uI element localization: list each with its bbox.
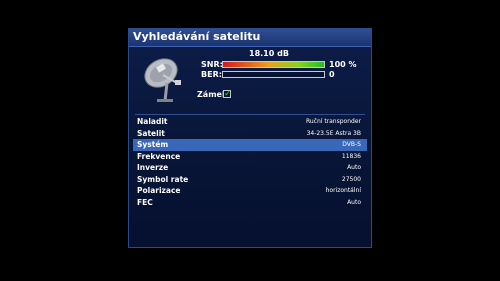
divider bbox=[135, 114, 365, 115]
setting-label: Frekvence bbox=[137, 151, 181, 161]
setting-value: Auto bbox=[347, 198, 361, 206]
setting-value: Ruční transponder bbox=[305, 118, 361, 125]
setting-value: horizontální bbox=[325, 187, 361, 194]
setting-label: Satelit bbox=[137, 128, 165, 138]
dialog-title: Vyhledávání satelitu bbox=[133, 30, 261, 43]
settings-row[interactable]: FEC Auto bbox=[133, 197, 367, 209]
snr-bar bbox=[222, 61, 325, 68]
snr-value: 100 % bbox=[329, 60, 357, 69]
title-bar: Vyhledávání satelitu bbox=[129, 29, 371, 47]
setting-value: 34-23.5E Astra 3B bbox=[306, 129, 361, 137]
ber-value: 0 bbox=[329, 70, 335, 79]
setting-label: Inverze bbox=[137, 163, 169, 172]
setting-value: 27500 bbox=[341, 175, 361, 183]
settings-row[interactable]: Satelit 34-23.5E Astra 3B bbox=[133, 128, 367, 140]
checkmark-icon: ✓ bbox=[224, 89, 232, 99]
ber-bar bbox=[222, 71, 325, 78]
setting-value: 11836 bbox=[341, 152, 361, 160]
satellite-dish-icon bbox=[144, 58, 181, 102]
setting-label: FEC bbox=[137, 197, 153, 207]
satellite-search-dialog: Vyhledávání satelitu 18.10 dB SNR: 100 %… bbox=[128, 28, 372, 248]
setting-label: Symbol rate bbox=[137, 174, 189, 184]
settings-list: Naladit Ruční transponder Satelit 34-23.5E … bbox=[133, 116, 367, 208]
setting-label: Systém bbox=[137, 140, 169, 149]
settings-row[interactable]: Frekvence 11836 bbox=[133, 151, 367, 163]
setting-value: Auto bbox=[347, 164, 361, 171]
setting-label: Polarizace bbox=[137, 186, 181, 195]
settings-row[interactable]: Systém DVB-S bbox=[133, 139, 367, 151]
setting-value: DVB-S bbox=[342, 141, 361, 148]
signal-level-db: 18.10 dB bbox=[249, 49, 289, 58]
snr-bar-fill bbox=[223, 62, 324, 67]
settings-row[interactable]: Naladit Ruční transponder bbox=[133, 116, 367, 128]
settings-row[interactable]: Symbol rate 27500 bbox=[133, 174, 367, 186]
settings-row[interactable]: Polarizace horizontální bbox=[133, 185, 367, 197]
lock-checkbox[interactable]: ✓ bbox=[223, 89, 232, 99]
ber-label: BER: bbox=[201, 70, 222, 79]
settings-row[interactable]: Inverze Auto bbox=[133, 162, 367, 174]
snr-label: SNR: bbox=[201, 60, 223, 69]
setting-label: Naladit bbox=[137, 117, 168, 126]
